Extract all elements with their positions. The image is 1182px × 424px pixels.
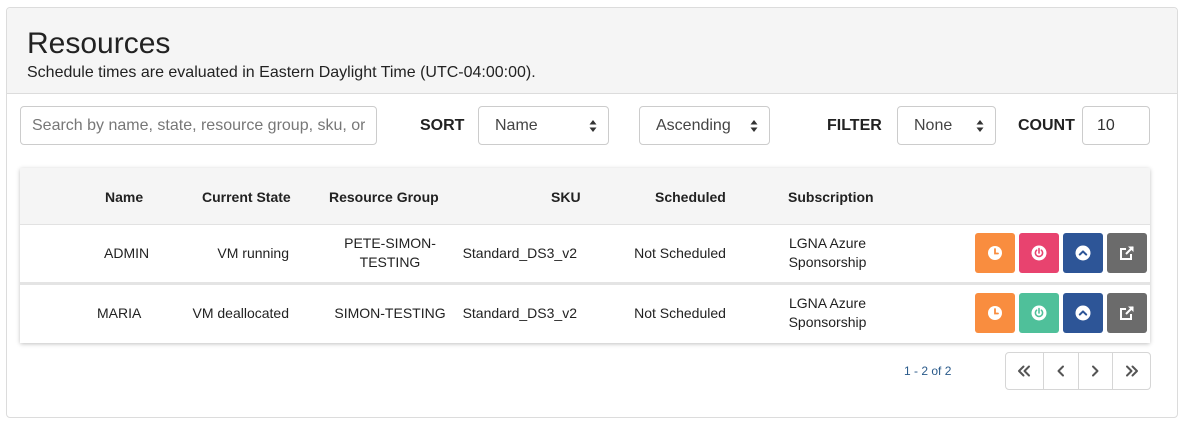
subscription-line: Sponsorship — [788, 254, 867, 270]
prev-page-button[interactable] — [1042, 353, 1078, 389]
resources-table: Name Current State Resource Group SKU Sc… — [20, 168, 1150, 343]
sort-order-value: Ascending — [656, 117, 731, 134]
external-link-icon — [1120, 306, 1134, 320]
clock-icon — [988, 246, 1002, 260]
sort-order-select[interactable]: Ascending — [639, 106, 770, 145]
prev-page-icon — [1057, 365, 1064, 377]
power-icon — [1031, 245, 1047, 261]
table-row: ADMIN VM running PETE-SIMON- TESTING Sta… — [20, 225, 1150, 283]
vm-sku: Standard_DS3_v2 — [462, 245, 577, 261]
next-page-button[interactable] — [1077, 353, 1113, 389]
column-header-subscription[interactable]: Subscription — [788, 189, 874, 205]
external-link-icon — [1120, 246, 1134, 260]
power-button[interactable] — [1019, 293, 1059, 333]
table-header: Name Current State Resource Group SKU Sc… — [20, 168, 1150, 225]
filter-select[interactable]: None — [897, 106, 996, 145]
resource-group: SIMON-TESTING — [325, 304, 455, 323]
details-button[interactable] — [1063, 293, 1103, 333]
vm-name: ADMIN — [104, 245, 150, 261]
clock-icon — [988, 306, 1002, 320]
count-input[interactable] — [1082, 106, 1150, 145]
sort-field-select[interactable]: Name — [478, 106, 609, 145]
panel-header: Resources Schedule times are evaluated i… — [7, 8, 1177, 94]
resource-group-line: SIMON-TESTING — [334, 305, 446, 321]
resource-group-line: PETE-SIMON- — [344, 235, 436, 251]
vm-state: VM deallocated — [192, 305, 289, 321]
select-caret-icon — [589, 120, 597, 132]
power-icon — [1031, 305, 1047, 321]
subscription: LGNA Azure Sponsorship — [765, 294, 890, 332]
first-page-icon — [1018, 365, 1031, 377]
sort-field-value: Name — [495, 117, 538, 134]
chevron-up-icon — [1075, 245, 1091, 261]
pagination — [1005, 352, 1151, 390]
select-caret-icon — [976, 120, 984, 132]
power-button[interactable] — [1019, 233, 1059, 273]
column-header-sku[interactable]: SKU — [551, 189, 581, 205]
filter-value: None — [914, 117, 953, 134]
column-header-scheduled[interactable]: Scheduled — [655, 189, 726, 205]
page-title: Resources — [27, 27, 171, 60]
subscription: LGNA Azure Sponsorship — [765, 234, 890, 272]
first-page-button[interactable] — [1006, 353, 1043, 389]
last-page-icon — [1125, 365, 1138, 377]
filter-label: FILTER — [827, 117, 882, 134]
vm-sku: Standard_DS3_v2 — [462, 305, 577, 321]
next-page-icon — [1092, 365, 1099, 377]
open-resource-button[interactable] — [1107, 233, 1147, 273]
vm-state: VM running — [217, 245, 289, 261]
resource-group-line: TESTING — [359, 254, 421, 270]
column-header-current-state[interactable]: Current State — [202, 189, 291, 205]
count-label: COUNT — [1018, 117, 1075, 134]
search-input[interactable] — [20, 106, 377, 145]
chevron-up-icon — [1075, 305, 1091, 321]
subscription-line: LGNA Azure — [788, 235, 867, 251]
vm-name: MARIA — [97, 305, 142, 321]
details-button[interactable] — [1063, 233, 1103, 273]
pagination-info: 1 - 2 of 2 — [904, 364, 952, 378]
subscription-line: LGNA Azure — [788, 295, 867, 311]
schedule-status: Not Scheduled — [634, 305, 726, 321]
column-header-name[interactable]: Name — [105, 189, 143, 205]
resource-group: PETE-SIMON- TESTING — [325, 234, 455, 272]
schedule-button[interactable] — [975, 233, 1015, 273]
table-row: MARIA VM deallocated SIMON-TESTING Stand… — [20, 285, 1150, 343]
schedule-status: Not Scheduled — [634, 245, 726, 261]
last-page-button[interactable] — [1112, 353, 1150, 389]
schedule-button[interactable] — [975, 293, 1015, 333]
timezone-note: Schedule times are evaluated in Eastern … — [27, 64, 536, 81]
sort-label: SORT — [420, 117, 465, 134]
open-resource-button[interactable] — [1107, 293, 1147, 333]
subscription-line: Sponsorship — [788, 314, 867, 330]
column-header-resource-group[interactable]: Resource Group — [329, 189, 439, 205]
select-caret-icon — [750, 120, 758, 132]
